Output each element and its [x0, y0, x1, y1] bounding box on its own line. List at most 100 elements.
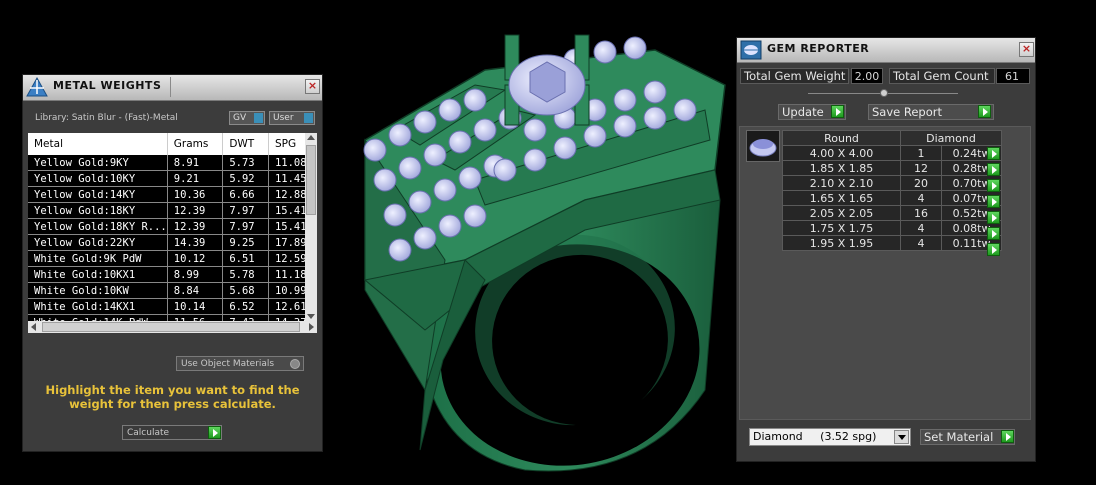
gem-count-cell: 20	[899, 175, 943, 191]
update-arrow-icon[interactable]	[831, 105, 844, 118]
metal-weights-table[interactable]: Metal Grams DWT SPG Yellow Gold:9KY 8.91 5…	[28, 133, 317, 333]
metal-cell: White Gold:10KW	[28, 282, 168, 299]
scale-icon	[26, 76, 48, 97]
gem-report-icon	[740, 40, 762, 60]
col-grams[interactable]: Grams	[167, 133, 224, 155]
set-material-arrow-icon[interactable]	[1001, 430, 1014, 443]
grams-cell: 12.39	[167, 202, 224, 219]
slider-thumb[interactable]	[880, 89, 888, 97]
gem-size-cell: 1.75 X 1.75	[782, 220, 901, 236]
pave-gem	[373, 168, 397, 192]
calculate-button[interactable]: Calculate	[122, 425, 222, 440]
metal-table: Metal Grams DWT SPG Yellow Gold:9KY 8.91 5…	[28, 133, 317, 331]
gem-table: Round Diamond 4.00 X 4.00 1 0.24tw 1.85 X 1…	[782, 130, 1002, 251]
gem-row[interactable]: 2.10 X 2.10 20 0.70tw	[782, 175, 1002, 191]
table-row[interactable]: Yellow Gold:9KY 8.91 5.73 11.08	[28, 155, 317, 171]
gem-count-cell: 16	[899, 205, 943, 221]
gem-size-cell: 1.85 X 1.85	[782, 160, 901, 176]
gem-row[interactable]: 4.00 X 4.00 1 0.24tw	[782, 145, 1002, 161]
save-report-button[interactable]: Save Report	[868, 104, 994, 120]
pave-gem	[553, 136, 577, 160]
pave-gem	[643, 80, 667, 104]
grams-cell: 9.21	[167, 170, 224, 187]
pave-gem	[458, 166, 482, 190]
pave-gem	[413, 226, 437, 250]
vertical-scrollbar[interactable]	[305, 133, 317, 321]
pave-gem	[523, 118, 547, 142]
col-metal[interactable]: Metal	[28, 133, 168, 155]
gem-size-cell: 1.95 X 1.95	[782, 235, 901, 251]
table-row[interactable]: White Gold:10KW 8.84 5.68 10.99	[28, 282, 317, 299]
select-gem-arrow-icon[interactable]	[987, 195, 1000, 208]
col-dwt[interactable]: DWT	[222, 133, 269, 155]
save-report-arrow-icon[interactable]	[978, 105, 991, 118]
set-material-label: Set Material	[924, 430, 994, 444]
pave-gem	[423, 143, 447, 167]
col-shape[interactable]: Round	[782, 130, 901, 146]
table-row[interactable]: White Gold:14KX1 10.14 6.52 12.61	[28, 298, 317, 315]
col-material[interactable]: Diamond	[900, 130, 1002, 146]
dwt-cell: 5.68	[222, 282, 269, 299]
use-object-materials-toggle[interactable]: Use Object Materials	[176, 356, 304, 371]
table-row[interactable]: Yellow Gold:14KY 10.36 6.66 12.88	[28, 186, 317, 203]
calculate-arrow-icon[interactable]	[208, 426, 221, 439]
diamond-thumbnail[interactable]	[746, 130, 780, 162]
select-gem-arrow-icon[interactable]	[987, 227, 1000, 240]
gem-count-cell: 1	[899, 145, 943, 161]
chevron-down-icon[interactable]	[894, 430, 909, 444]
grams-cell: 10.14	[167, 298, 224, 315]
scroll-right-icon[interactable]	[309, 323, 314, 331]
grams-cell: 8.91	[167, 155, 224, 171]
metal-cell: Yellow Gold:18KY R...	[28, 218, 168, 235]
table-row[interactable]: White Gold:10KX1 8.99 5.78 11.18	[28, 266, 317, 283]
table-row[interactable]: Yellow Gold:18KY 12.39 7.97 15.41	[28, 202, 317, 219]
gem-reporter-titlebar[interactable]: GEM REPORTER ×	[737, 38, 1035, 63]
table-row[interactable]: Yellow Gold:10KY 9.21 5.92 11.45	[28, 170, 317, 187]
dwt-cell: 5.92	[222, 170, 269, 187]
metal-weights-titlebar[interactable]: METAL WEIGHTS ×	[23, 75, 322, 101]
grams-cell: 12.39	[167, 218, 224, 235]
ring-3d-viewport[interactable]	[325, 30, 735, 485]
select-gem-arrow-icon[interactable]	[987, 147, 1000, 160]
select-gem-arrow-icon[interactable]	[987, 243, 1000, 256]
table-row[interactable]: Yellow Gold:18KY R... 12.39 7.97 15.41	[28, 218, 317, 235]
hscroll-thumb[interactable]	[42, 322, 300, 332]
metal-cell: White Gold:9K PdW	[28, 250, 168, 267]
pave-gem	[408, 190, 432, 214]
diamond-icon	[749, 139, 777, 157]
scroll-left-icon[interactable]	[31, 323, 36, 331]
size-slider[interactable]	[808, 89, 958, 97]
table-row[interactable]: White Gold:9K PdW 10.12 6.51 12.59	[28, 250, 317, 267]
gem-row[interactable]: 1.75 X 1.75 4 0.08tw	[782, 220, 1002, 236]
user-label: User	[273, 113, 294, 123]
dwt-cell: 6.52	[222, 298, 269, 315]
scroll-thumb[interactable]	[306, 145, 316, 215]
pave-gem	[613, 88, 637, 112]
pave-gem	[388, 238, 412, 262]
select-gem-arrow-icon[interactable]	[987, 211, 1000, 224]
scroll-up-icon[interactable]	[307, 135, 315, 140]
pave-gem	[523, 148, 547, 172]
user-toggle[interactable]: User	[269, 111, 315, 125]
select-gem-arrow-icon[interactable]	[987, 179, 1000, 192]
close-icon[interactable]: ×	[305, 79, 320, 94]
horizontal-scrollbar[interactable]	[28, 321, 317, 333]
total-gem-weight-value: 2.00	[851, 68, 883, 84]
gem-row[interactable]: 1.95 X 1.95 4 0.11tw	[782, 235, 1002, 251]
metal-cell: Yellow Gold:10KY	[28, 170, 168, 187]
gem-row[interactable]: 1.85 X 1.85 12 0.28tw	[782, 160, 1002, 176]
metal-cell: Yellow Gold:14KY	[28, 186, 168, 203]
gv-toggle[interactable]: GV	[229, 111, 265, 125]
dwt-cell: 6.66	[222, 186, 269, 203]
gem-row[interactable]: 1.65 X 1.65 4 0.07tw	[782, 190, 1002, 206]
table-row[interactable]: Yellow Gold:22KY 14.39 9.25 17.89	[28, 234, 317, 251]
scroll-down-icon[interactable]	[307, 314, 315, 319]
pave-gem	[583, 124, 607, 148]
gem-row[interactable]: 2.05 X 2.05 16 0.52tw	[782, 205, 1002, 221]
grams-cell: 10.12	[167, 250, 224, 267]
material-select[interactable]: Diamond (3.52 spg)	[749, 428, 911, 446]
gem-count-cell: 12	[899, 160, 943, 176]
select-gem-arrow-icon[interactable]	[987, 163, 1000, 176]
pave-gem	[383, 203, 407, 227]
close-icon[interactable]: ×	[1019, 42, 1034, 57]
